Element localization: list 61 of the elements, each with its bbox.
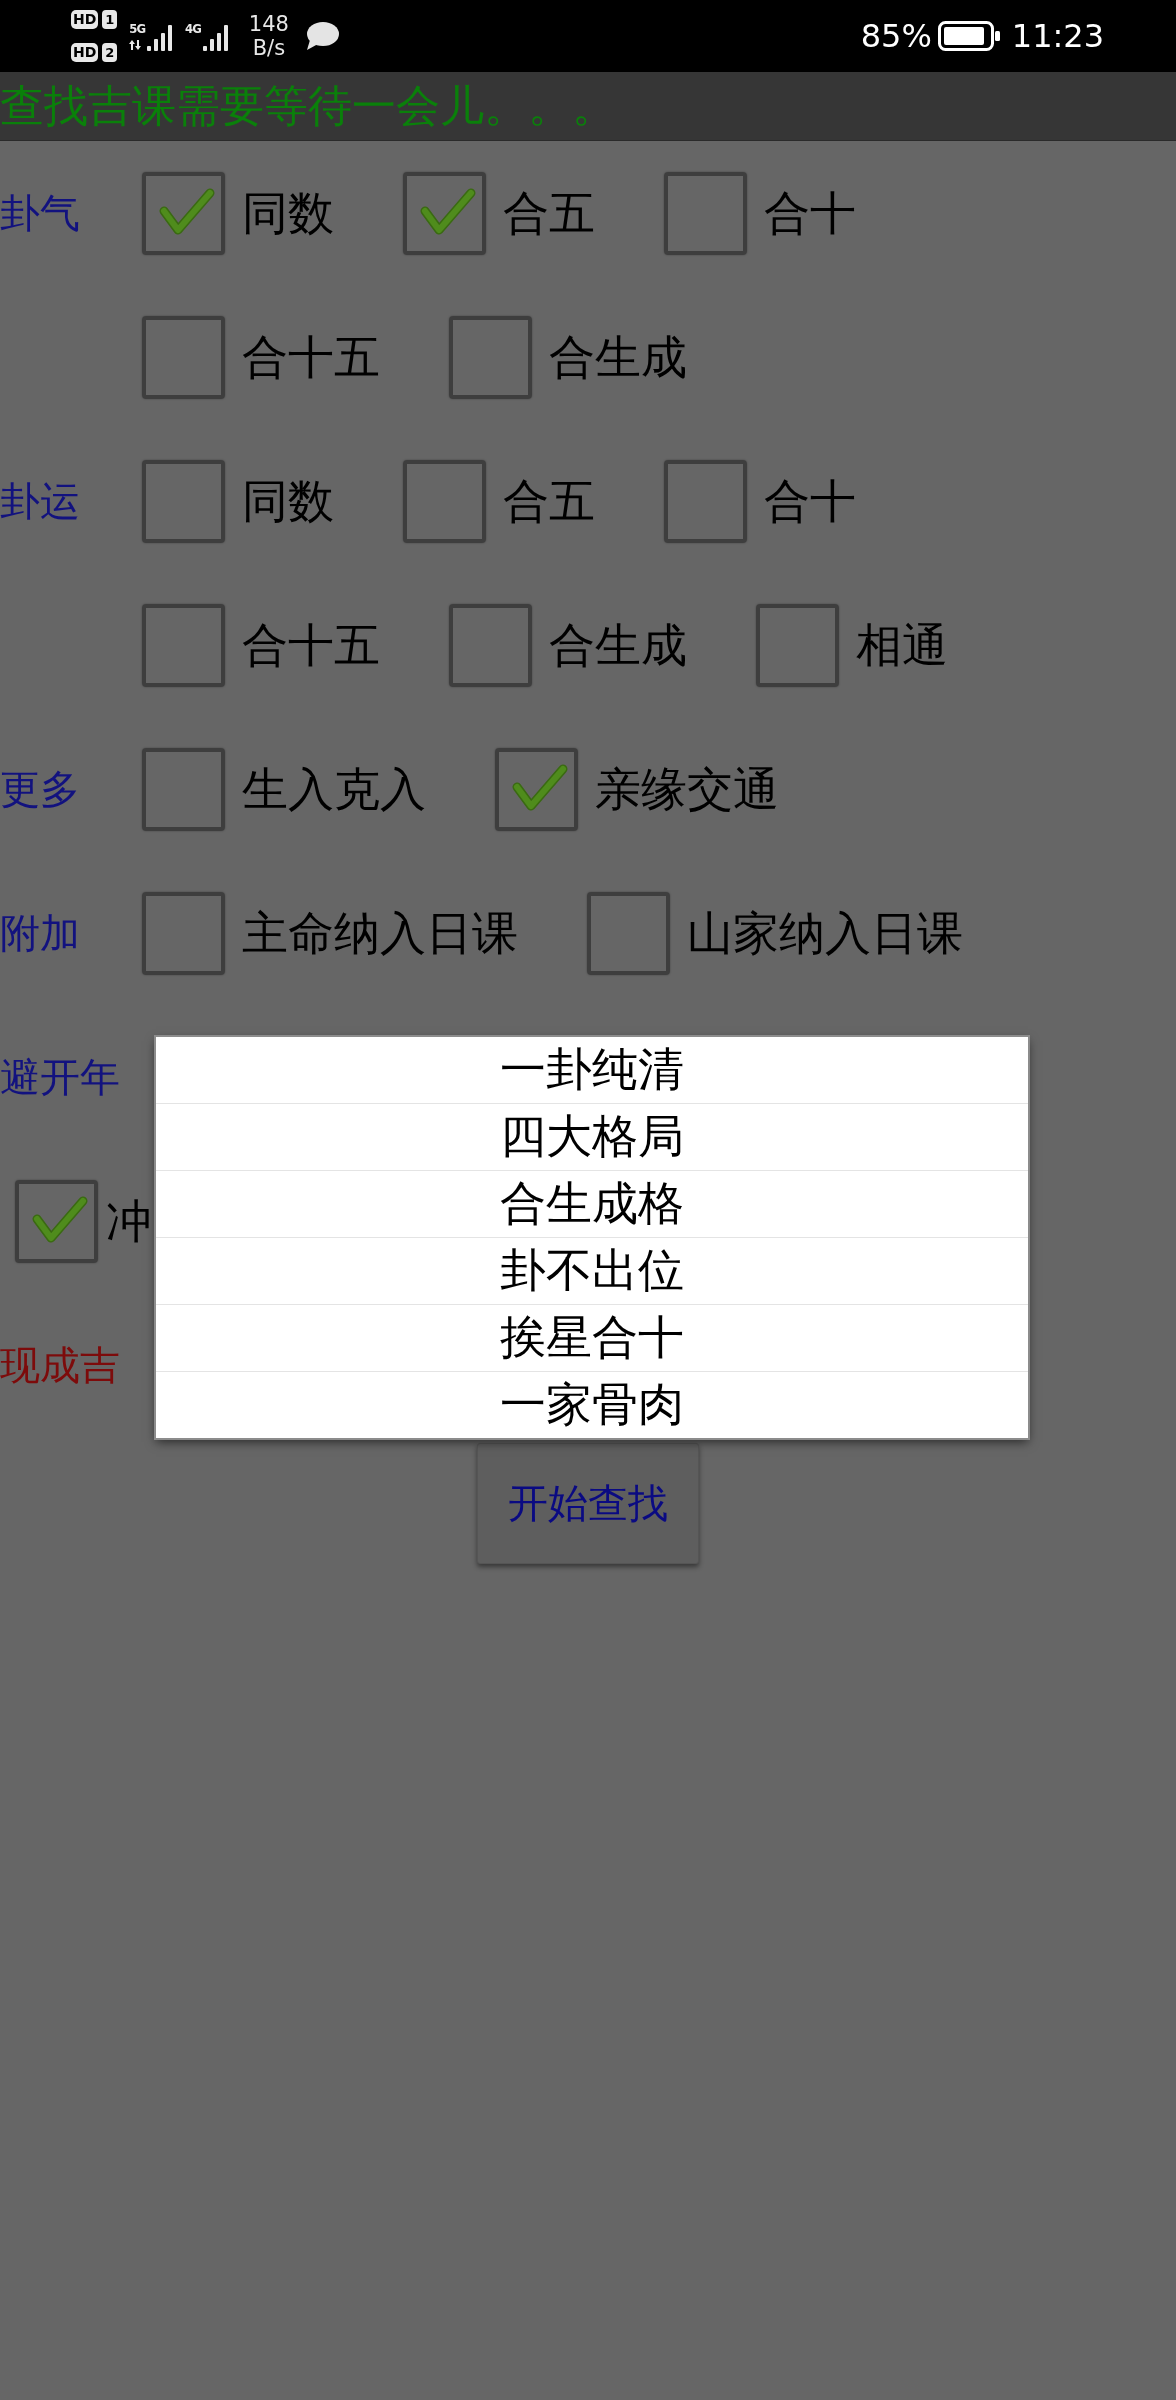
option-label: 同数: [242, 187, 334, 239]
sim-slot: 1: [102, 10, 118, 29]
checkbox[interactable]: [15, 1179, 98, 1263]
sim-badge: HD: [71, 10, 99, 29]
checkbox[interactable]: [449, 603, 532, 687]
checkbox[interactable]: [495, 747, 578, 831]
option-label: 山家纳入日课: [687, 907, 963, 959]
option-label: 亲缘交通: [595, 763, 779, 815]
option-label: 合十五: [242, 331, 380, 383]
checkbox[interactable]: [142, 747, 225, 831]
option-label: 合五: [503, 475, 595, 527]
battery-icon: [937, 21, 1000, 51]
option-label: 合五: [503, 187, 595, 239]
section-label: 避开年: [0, 1055, 121, 1099]
speed-unit: B/s: [252, 36, 286, 60]
checkbox[interactable]: [142, 171, 225, 255]
dialog-option[interactable]: 合生成格: [156, 1170, 1028, 1237]
chat-bubble-icon: [304, 22, 339, 50]
dialog-option[interactable]: 挨星合十: [156, 1304, 1028, 1371]
option-label: 合十五: [242, 619, 380, 671]
title-text: 查找吉课需要等待一会儿。。。: [0, 84, 616, 128]
tick-icon: [420, 187, 476, 236]
dialog-option[interactable]: 卦不出位: [156, 1237, 1028, 1304]
tick-icon: [159, 187, 215, 236]
tick-icon: [32, 1195, 88, 1244]
section-label: 更多: [0, 767, 81, 811]
clock-time: 11:23: [1011, 17, 1104, 55]
checkbox[interactable]: [142, 315, 225, 399]
note-text: 现成吉: [0, 1343, 120, 1387]
section-label: 卦运: [0, 479, 81, 523]
option-label: 冲: [106, 1195, 152, 1247]
network-type: 5G: [129, 20, 146, 36]
section-label: 卦气: [0, 191, 81, 235]
section-label: 附加: [0, 911, 81, 955]
checkbox[interactable]: [142, 891, 225, 975]
option-label: 生入克入: [242, 763, 426, 815]
dialog-option[interactable]: 一家骨肉: [156, 1371, 1028, 1438]
checkbox[interactable]: [142, 603, 225, 687]
sim-badge: HD: [71, 43, 99, 62]
option-label: 合十: [764, 475, 856, 527]
option-label: 合生成: [549, 331, 687, 383]
checkbox[interactable]: [664, 171, 747, 255]
option-label: 同数: [242, 475, 334, 527]
checkbox[interactable]: [449, 315, 532, 399]
checkbox[interactable]: [142, 459, 225, 543]
option-label: 主命纳入日课: [242, 907, 518, 959]
option-label: 合生成: [549, 619, 687, 671]
sim-slot: 2: [102, 43, 118, 62]
checkbox[interactable]: [664, 459, 747, 543]
checkbox[interactable]: [403, 171, 486, 255]
network-type: 4G: [185, 20, 201, 36]
option-label: 合十: [764, 187, 856, 239]
dialog-option[interactable]: 一卦纯清: [156, 1037, 1028, 1103]
dialog-option[interactable]: 四大格局: [156, 1103, 1028, 1170]
checkbox[interactable]: [587, 891, 670, 975]
tick-icon: [512, 763, 568, 812]
checkbox[interactable]: [403, 459, 486, 543]
network-speed: 148: [248, 12, 289, 36]
checkbox[interactable]: [756, 603, 839, 687]
battery-percent: 85%: [860, 17, 932, 55]
option-label: 相通: [856, 619, 948, 671]
